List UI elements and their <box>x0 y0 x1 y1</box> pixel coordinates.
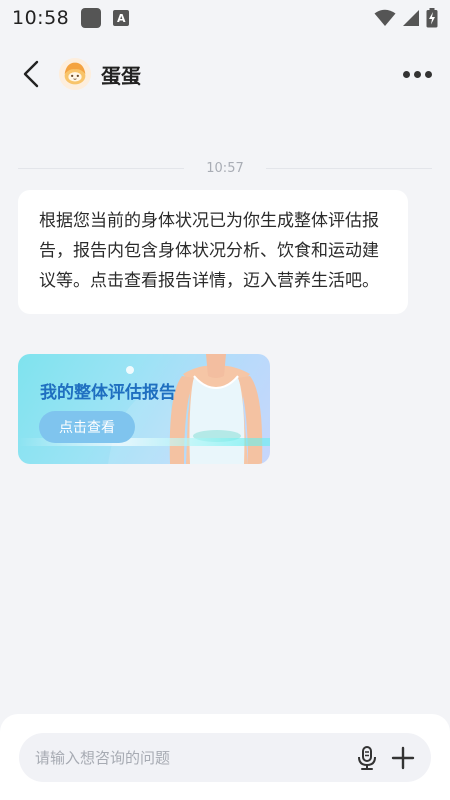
divider-line-left <box>18 167 185 169</box>
battery-charging-icon <box>426 8 438 28</box>
woman-figure-illustration <box>108 354 263 464</box>
back-arrow-icon[interactable] <box>18 60 44 88</box>
question-input[interactable] <box>35 748 351 767</box>
chat-title: 蛋蛋 <box>101 63 141 88</box>
view-report-button[interactable]: 点击查看 <box>39 411 135 443</box>
status-time: 10:58 <box>12 7 70 29</box>
microphone-icon[interactable] <box>351 742 383 774</box>
status-bar: 10:58 A <box>0 0 450 36</box>
chat-header: 蛋蛋 <box>0 48 450 100</box>
timestamp-divider: 10:57 <box>18 158 432 178</box>
assistant-message-bubble: 根据您当前的身体状况已为你生成整体评估报告，报告内包含身体状况分析、饮食和运动建… <box>18 190 408 314</box>
input-box <box>19 733 431 782</box>
more-options-icon[interactable] <box>403 65 432 84</box>
keyboard-a-icon: A <box>113 10 130 26</box>
assistant-avatar <box>58 57 92 91</box>
cellular-signal-icon <box>403 10 419 26</box>
plus-icon[interactable] <box>387 742 419 774</box>
report-card[interactable]: 我的整体评估报告 点击查看 <box>18 354 270 464</box>
divider-line-right <box>265 167 432 169</box>
wifi-icon <box>374 9 396 26</box>
notification-app-icon <box>81 8 102 28</box>
bottom-input-panel <box>0 714 450 800</box>
status-indicators <box>374 8 438 28</box>
report-card-title: 我的整体评估报告 <box>40 383 176 403</box>
message-timestamp: 10:57 <box>206 160 244 176</box>
